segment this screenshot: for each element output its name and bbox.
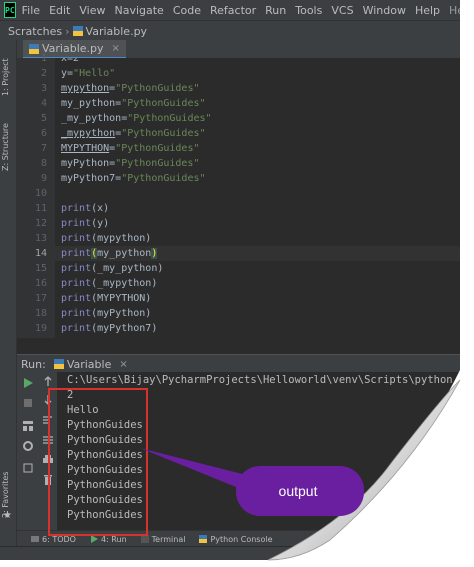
page-curl-overlay (140, 340, 474, 567)
output-callout-label: output (278, 483, 318, 499)
page-background-corner (260, 340, 474, 567)
